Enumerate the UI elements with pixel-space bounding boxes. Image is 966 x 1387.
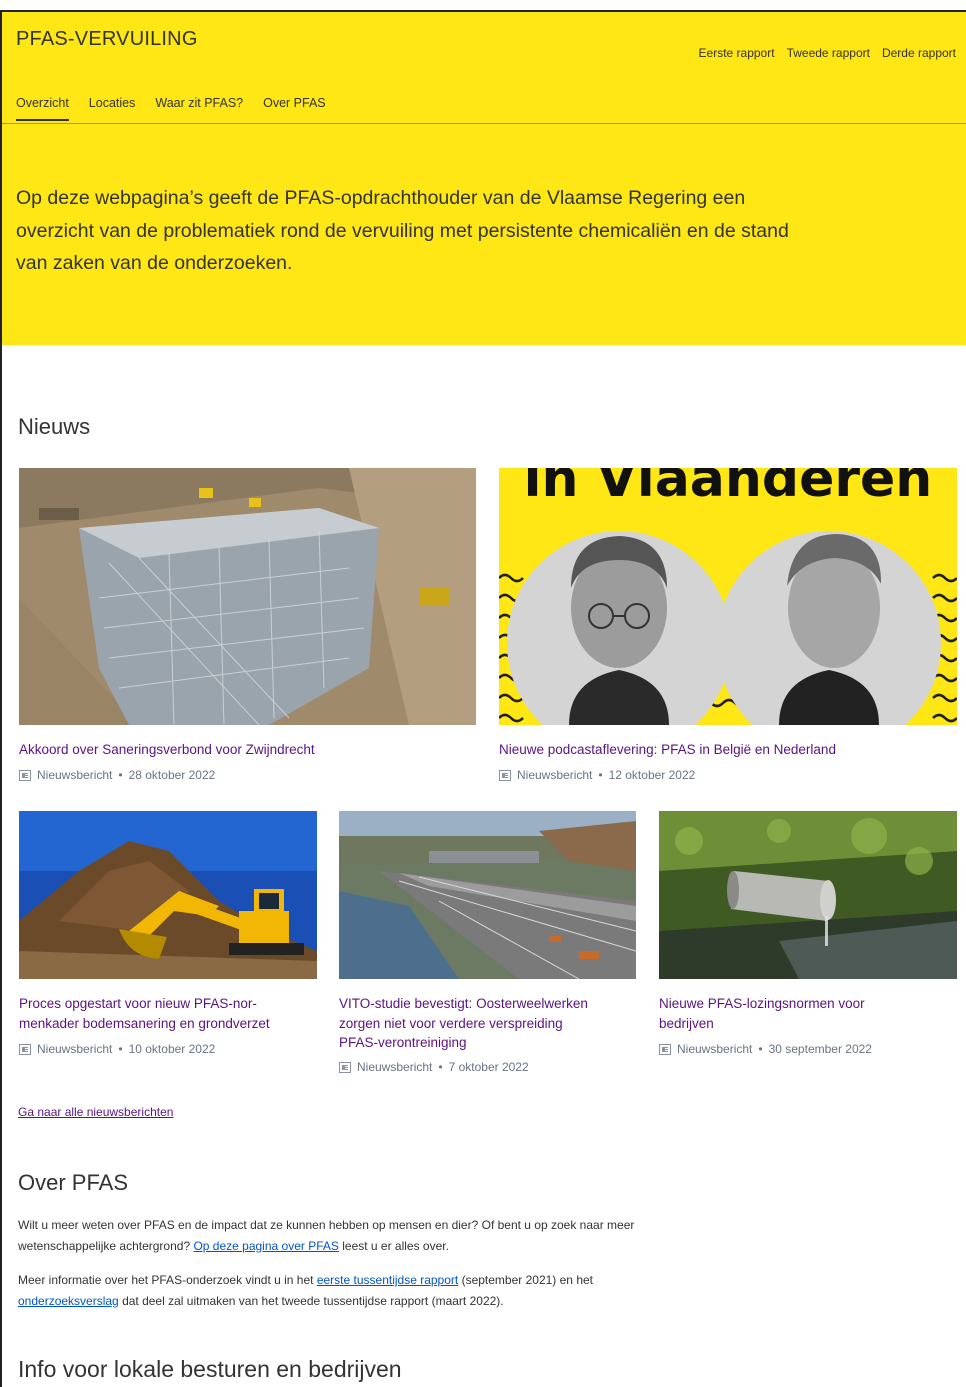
link-tweede-rapport[interactable]: Tweede rapport bbox=[787, 46, 870, 60]
newspaper-icon bbox=[19, 1043, 31, 1055]
newspaper-icon bbox=[339, 1061, 351, 1073]
p1-text-after: leest u er alles over. bbox=[338, 1238, 449, 1253]
news-title-3-line-2: menkader bodemsanering en grondverzet bbox=[19, 1015, 270, 1031]
top-links: Eerste rapport Tweede rapport Derde rapp… bbox=[699, 46, 956, 60]
news-meta-2: Nieuwsbericht • 12 oktober 2022 bbox=[499, 768, 695, 782]
news-title-5-line-2: bedrijven bbox=[659, 1015, 714, 1031]
tab-over-pfas[interactable]: Over PFAS bbox=[263, 96, 326, 120]
podcast-image-text: in Vlaanderen bbox=[524, 468, 933, 509]
news-meta-4: Nieuwsbericht • 7 oktober 2022 bbox=[339, 1060, 529, 1074]
meta-separator: • bbox=[438, 1060, 443, 1074]
news-type-3: Nieuwsbericht bbox=[37, 1042, 113, 1056]
intro-text: Op deze webpagina’s geeft de PFAS-opdrac… bbox=[16, 187, 789, 274]
newspaper-icon bbox=[659, 1043, 671, 1055]
meta-separator: • bbox=[598, 768, 603, 782]
tab-bar: Overzicht Locaties Waar zit PFAS? Over P… bbox=[16, 96, 326, 121]
news-type-1: Nieuwsbericht bbox=[37, 768, 113, 782]
news-title-3-line-1: Proces opgestart voor nieuw PFAS-nor- bbox=[19, 996, 257, 1011]
news-type-2: Nieuwsbericht bbox=[517, 768, 593, 782]
news-title-4-line-2: zorgen niet voor verdere verspreiding bbox=[339, 1015, 563, 1031]
over-pfas-paragraph-2: Meer informatie over het PFAS-onderzoek … bbox=[18, 1270, 638, 1311]
site-brand[interactable]: PFAS-VERVUILING bbox=[16, 28, 198, 51]
p2-text-after: dat deel zal uitmaken van het tweede tus… bbox=[118, 1293, 504, 1308]
info-heading: Info voor lokale besturen en bedrijven bbox=[18, 1356, 402, 1382]
news-title-5[interactable]: Nieuwe PFAS-lozingsnormen voor bedrijven bbox=[659, 994, 957, 1033]
over-pfas-heading: Over PFAS bbox=[18, 1170, 129, 1195]
over-pfas-paragraph-1: Wilt u meer weten over PFAS en de impact… bbox=[18, 1215, 638, 1256]
newspaper-icon bbox=[19, 769, 31, 781]
news-type-4: Nieuwsbericht bbox=[357, 1060, 433, 1074]
news-date-1: 28 oktober 2022 bbox=[128, 768, 216, 782]
p2-text-middle: (september 2021) en het bbox=[458, 1273, 593, 1287]
news-date-4: 7 oktober 2022 bbox=[448, 1060, 529, 1074]
news-type-5: Nieuwsbericht bbox=[677, 1042, 753, 1056]
news-meta-1: Nieuwsbericht • 28 oktober 2022 bbox=[19, 768, 215, 782]
news-image-excavator[interactable] bbox=[19, 811, 317, 979]
news-title-4[interactable]: VITO-studie bevestigt: Oosterweelwerken … bbox=[339, 994, 639, 1053]
link-eerste-rapport[interactable]: Eerste rapport bbox=[699, 46, 775, 60]
news-image-discharge-pipe[interactable] bbox=[659, 811, 957, 979]
news-title-2[interactable]: Nieuwe podcastaflevering: PFAS in België… bbox=[499, 740, 957, 760]
tab-waar-zit-pfas[interactable]: Waar zit PFAS? bbox=[155, 96, 243, 120]
tab-overzicht[interactable]: Overzicht bbox=[16, 96, 69, 121]
onderzoeksverslag-link[interactable]: onderzoeksverslag bbox=[18, 1294, 119, 1308]
news-meta-3: Nieuwsbericht • 10 oktober 2022 bbox=[19, 1042, 215, 1056]
eerste-rapport-link[interactable]: eerste tussentijdse rapport bbox=[317, 1273, 458, 1287]
news-image-highway[interactable] bbox=[339, 811, 636, 979]
p2-text-before: Meer informatie over het PFAS-onderzoek … bbox=[18, 1273, 317, 1287]
news-title-1[interactable]: Akkoord over Saneringsverbond voor Zwijn… bbox=[19, 740, 476, 760]
news-date-5: 30 september 2022 bbox=[768, 1042, 872, 1056]
news-title-4-line-1: VITO-studie bevestigt: Oosterweelwerken bbox=[339, 996, 588, 1011]
tab-divider bbox=[2, 123, 966, 124]
news-title-3[interactable]: Proces opgestart voor nieuw PFAS-nor- me… bbox=[19, 994, 319, 1033]
news-image-construction[interactable] bbox=[19, 468, 476, 725]
all-news-link[interactable]: Ga naar alle nieuwsberichten bbox=[18, 1105, 173, 1119]
news-date-3: 10 oktober 2022 bbox=[128, 1042, 216, 1056]
over-pfas-page-link[interactable]: Op deze pagina over PFAS bbox=[193, 1239, 338, 1253]
meta-separator: • bbox=[118, 1042, 123, 1056]
meta-separator: • bbox=[758, 1042, 763, 1056]
news-meta-5: Nieuwsbericht • 30 september 2022 bbox=[659, 1042, 872, 1056]
link-derde-rapport[interactable]: Derde rapport bbox=[882, 46, 956, 60]
tab-locaties[interactable]: Locaties bbox=[89, 96, 136, 120]
news-image-podcast[interactable]: in Vlaanderen bbox=[499, 468, 957, 725]
hero-banner bbox=[2, 12, 966, 345]
news-title-5-line-1: Nieuwe PFAS-lozingsnormen voor bbox=[659, 996, 865, 1011]
news-heading: Nieuws bbox=[18, 414, 91, 439]
news-date-2: 12 oktober 2022 bbox=[608, 768, 696, 782]
news-title-4-line-3: PFAS-verontreiniging bbox=[339, 1035, 467, 1050]
meta-separator: • bbox=[118, 768, 123, 782]
newspaper-icon bbox=[499, 769, 511, 781]
